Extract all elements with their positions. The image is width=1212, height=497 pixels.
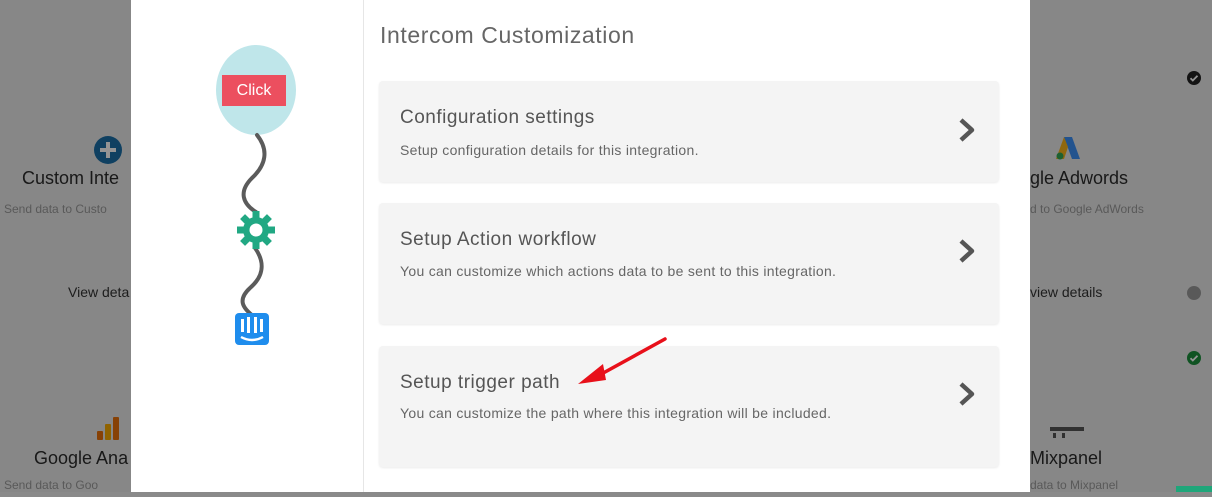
- configuration-settings-option[interactable]: Configuration settings Setup configurati…: [379, 81, 999, 182]
- configuration-settings-title: Configuration settings: [400, 107, 595, 128]
- gear-icon: [237, 211, 275, 249]
- setup-action-workflow-option[interactable]: Setup Action workflow You can customize …: [379, 203, 999, 324]
- setup-trigger-path-option[interactable]: Setup trigger path You can customize the…: [379, 346, 999, 467]
- setup-action-workflow-desc: You can customize which actions data to …: [400, 263, 837, 279]
- integration-flow-illustration: [216, 45, 296, 345]
- click-trigger-label: Click: [222, 75, 286, 106]
- chevron-right-icon[interactable]: [955, 238, 977, 264]
- chat-launcher-edge[interactable]: [1176, 486, 1212, 492]
- flow-connector-top: [241, 133, 267, 214]
- customization-options-panel: Intercom Customization Configuration set…: [364, 0, 1030, 492]
- intercom-customization-modal: Click Intercom Customization Configurati…: [131, 0, 1030, 492]
- integration-flow-panel: Click: [131, 0, 364, 492]
- configuration-settings-desc: Setup configuration details for this int…: [400, 142, 699, 158]
- setup-trigger-path-title: Setup trigger path: [400, 372, 561, 393]
- chevron-right-icon[interactable]: [955, 117, 977, 143]
- flow-connector-bottom: [240, 246, 264, 318]
- intercom-icon: [235, 313, 269, 345]
- modal-title: Intercom Customization: [380, 22, 635, 49]
- chevron-right-icon[interactable]: [955, 381, 977, 407]
- click-trigger-text: Click: [236, 81, 272, 99]
- setup-trigger-path-desc: You can customize the path where this in…: [400, 405, 832, 421]
- setup-action-workflow-title: Setup Action workflow: [400, 229, 597, 250]
